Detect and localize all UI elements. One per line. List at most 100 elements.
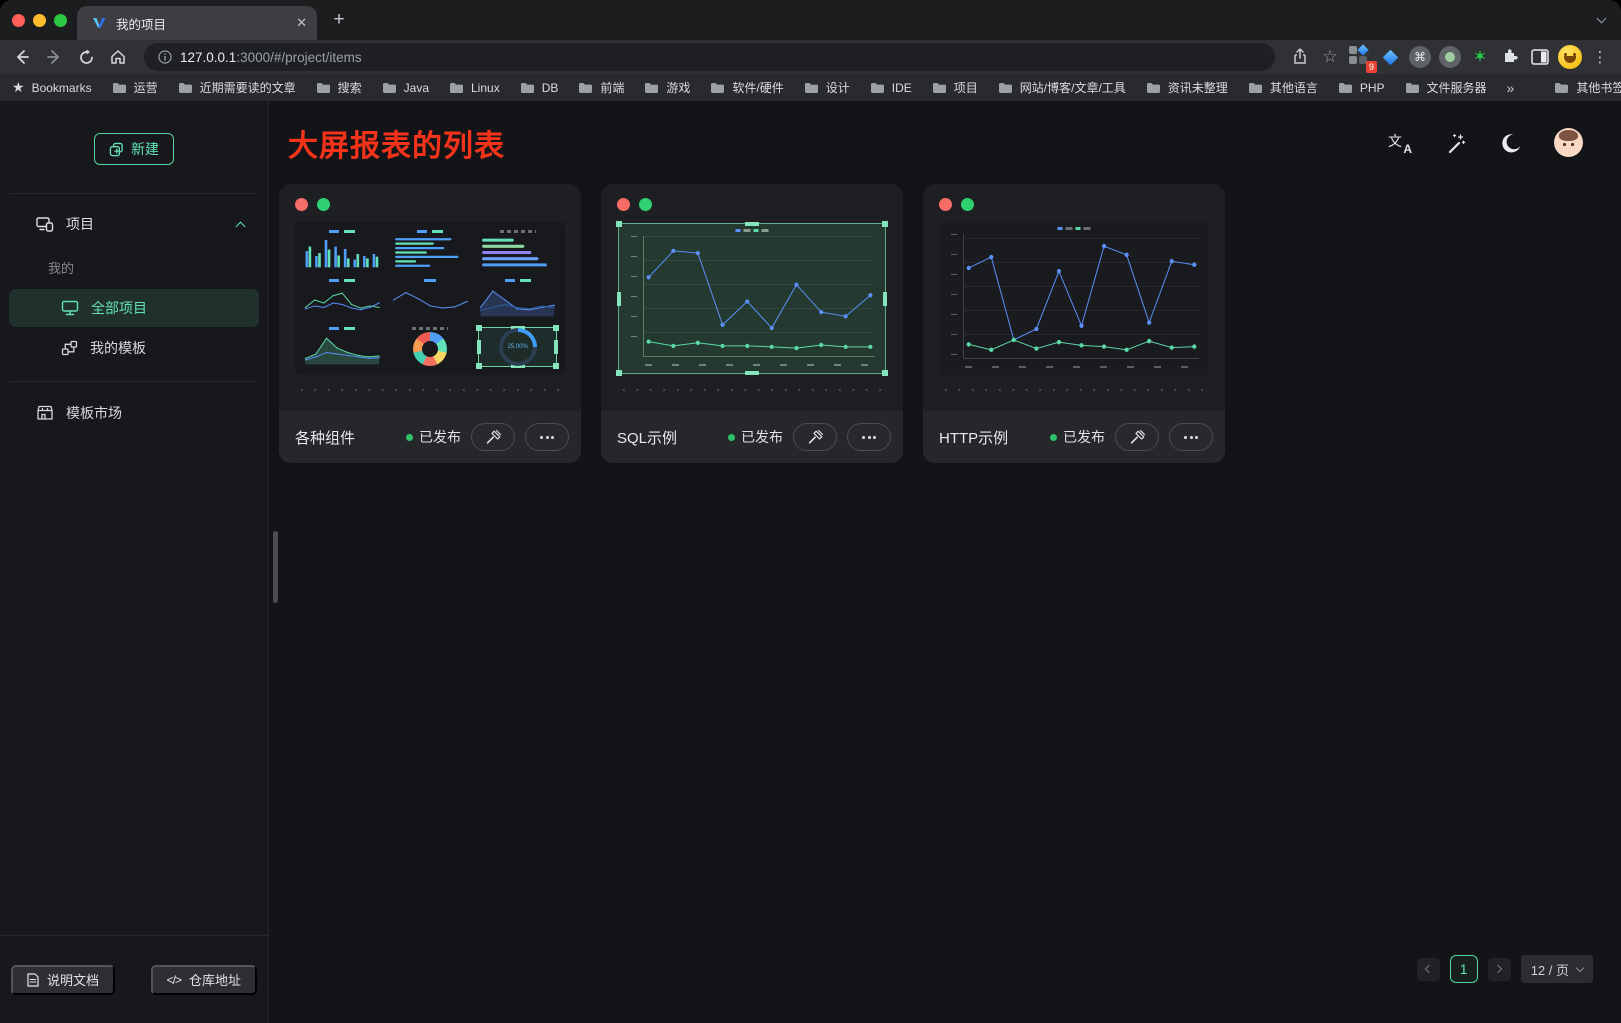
docs-label: 说明文档 bbox=[47, 970, 99, 989]
bookmark-folder-item[interactable]: 项目 bbox=[932, 79, 978, 96]
scrollbar-thumb[interactable] bbox=[273, 531, 278, 603]
bookmarks-overflow-chevron[interactable]: » bbox=[1507, 80, 1515, 96]
extensions-puzzle-icon[interactable] bbox=[1497, 44, 1523, 70]
mini-hline-chart bbox=[476, 228, 559, 272]
tab-strip: 我的项目 ✕ + bbox=[0, 0, 1621, 40]
bookmark-folder-item[interactable]: 设计 bbox=[804, 79, 850, 96]
collapse-chevron-icon[interactable] bbox=[236, 221, 246, 231]
sidebar-item-my-templates[interactable]: 我的模板 bbox=[9, 329, 259, 367]
browser-menu-icon[interactable]: ⋮ bbox=[1587, 44, 1613, 70]
bookmark-folder-label: PHP bbox=[1360, 81, 1385, 95]
card-preview-sql[interactable] bbox=[617, 222, 887, 375]
bookmark-folder-item[interactable]: 软件/硬件 bbox=[710, 79, 783, 96]
page-number-button[interactable]: 1 bbox=[1450, 955, 1478, 983]
command-extension-icon[interactable]: ⌘ bbox=[1407, 44, 1433, 70]
magic-wand-icon[interactable] bbox=[1442, 130, 1468, 156]
hammer-icon bbox=[807, 429, 824, 446]
bookmarks-manager-item[interactable]: ★ Bookmarks bbox=[12, 79, 92, 96]
edit-button[interactable] bbox=[471, 423, 515, 451]
new-project-button[interactable]: 新建 bbox=[94, 133, 174, 165]
bookmark-folder-item[interactable]: 搜索 bbox=[316, 79, 362, 96]
hammer-icon bbox=[1129, 429, 1146, 446]
forward-button[interactable] bbox=[40, 43, 68, 71]
user-avatar[interactable] bbox=[1554, 128, 1583, 157]
bookmark-folder-label: Java bbox=[404, 81, 429, 95]
bookmark-folder-label: DB bbox=[542, 81, 559, 95]
bookmark-folder-item[interactable]: 资讯未整理 bbox=[1146, 79, 1228, 96]
bookmark-folder-item[interactable]: 前端 bbox=[578, 79, 624, 96]
address-bar[interactable]: 127.0.0.1:3000/#/project/items bbox=[144, 43, 1275, 71]
bookmark-folder-item[interactable]: 游戏 bbox=[644, 79, 690, 96]
tab-title: 我的项目 bbox=[116, 14, 287, 33]
red-dot bbox=[617, 198, 630, 211]
edit-button[interactable] bbox=[1115, 423, 1159, 451]
folder-icon bbox=[316, 82, 331, 94]
bookmark-folder-item[interactable]: 运营 bbox=[112, 79, 158, 96]
folder-icon bbox=[178, 82, 193, 94]
gem-extension-icon[interactable] bbox=[1377, 44, 1403, 70]
window-close-button[interactable] bbox=[12, 14, 25, 27]
profile-avatar-icon[interactable] bbox=[1557, 44, 1583, 70]
home-button[interactable] bbox=[104, 43, 132, 71]
sidebar-group-projects[interactable]: 项目 bbox=[0, 194, 268, 244]
more-button[interactable] bbox=[1169, 423, 1213, 451]
folder-icon bbox=[112, 82, 127, 94]
side-panel-icon[interactable] bbox=[1527, 44, 1553, 70]
sql-line-chart bbox=[643, 236, 875, 357]
other-bookmarks-item[interactable]: 其他书签 bbox=[1554, 79, 1621, 96]
folder-icon bbox=[1405, 82, 1420, 94]
project-card[interactable]: 25.00% 各种组件 已发布 bbox=[279, 184, 581, 463]
folder-icon bbox=[449, 82, 464, 94]
gauge-ring: 25.00% bbox=[499, 328, 537, 366]
docs-button[interactable]: 说明文档 bbox=[11, 965, 115, 995]
storefront-icon bbox=[36, 405, 54, 421]
dotted-ruler bbox=[617, 388, 887, 392]
status-label: 已发布 bbox=[419, 427, 461, 447]
page-size-label: 12 / 页 bbox=[1531, 960, 1569, 979]
bookmark-folder-item[interactable]: Java bbox=[382, 79, 429, 96]
tab-close-icon[interactable]: ✕ bbox=[296, 15, 307, 31]
folder-icon bbox=[870, 82, 885, 94]
browser-tab[interactable]: 我的项目 ✕ bbox=[77, 6, 317, 40]
sidebar-item-label: 模板市场 bbox=[66, 403, 122, 423]
page-size-select[interactable]: 12 / 页 bbox=[1521, 955, 1593, 983]
window-minimize-button[interactable] bbox=[33, 14, 46, 27]
tab-search-chevron-icon[interactable] bbox=[1597, 14, 1607, 24]
bookmark-folder-item[interactable]: Linux bbox=[449, 79, 500, 96]
more-button[interactable] bbox=[847, 423, 891, 451]
browser-toolbar: 127.0.0.1:3000/#/project/items ☆ 9 ⌘ ✶ ⋮ bbox=[0, 40, 1621, 74]
card-preview-components[interactable]: 25.00% bbox=[295, 222, 565, 375]
next-page-button[interactable] bbox=[1488, 958, 1511, 981]
green-star-extension-icon[interactable]: ✶ bbox=[1467, 44, 1493, 70]
bookmark-folder-item[interactable]: 文件服务器 bbox=[1405, 79, 1487, 96]
project-card[interactable]: SQL示例 已发布 bbox=[601, 184, 903, 463]
bookmark-star-button[interactable]: ☆ bbox=[1317, 44, 1343, 70]
bookmark-folder-item[interactable]: PHP bbox=[1338, 79, 1385, 96]
window-zoom-button[interactable] bbox=[54, 14, 67, 27]
bookmark-folder-item[interactable]: 网站/博客/文章/工具 bbox=[998, 79, 1126, 96]
sidebar-item-template-market[interactable]: 模板市场 bbox=[9, 394, 259, 432]
reload-button[interactable] bbox=[72, 43, 100, 71]
more-button[interactable] bbox=[525, 423, 569, 451]
bookmark-folder-item[interactable]: 其他语言 bbox=[1248, 79, 1318, 96]
folder-icon bbox=[382, 82, 397, 94]
repository-button[interactable]: </> 仓库地址 bbox=[151, 965, 257, 995]
back-button[interactable] bbox=[8, 43, 36, 71]
new-tab-button[interactable]: + bbox=[325, 6, 353, 34]
bookmark-folder-item[interactable]: IDE bbox=[870, 79, 912, 96]
site-info-icon[interactable] bbox=[158, 50, 172, 64]
share-button[interactable] bbox=[1287, 44, 1313, 70]
mini-gauge-selected: 25.00% bbox=[476, 325, 559, 369]
sidebar-item-all-projects[interactable]: 全部项目 bbox=[9, 289, 259, 327]
recorder-extension-icon[interactable] bbox=[1437, 44, 1463, 70]
url-host: 127.0.0.1 bbox=[180, 50, 236, 65]
language-icon[interactable]: 文A bbox=[1388, 131, 1412, 155]
prev-page-button[interactable] bbox=[1417, 958, 1440, 981]
card-preview-http[interactable] bbox=[939, 222, 1209, 375]
bookmark-folder-item[interactable]: DB bbox=[520, 79, 559, 96]
edit-button[interactable] bbox=[793, 423, 837, 451]
extension-grid-icon[interactable]: 9 bbox=[1347, 44, 1373, 70]
project-card[interactable]: HTTP示例 已发布 bbox=[923, 184, 1225, 463]
dark-mode-moon-icon[interactable] bbox=[1498, 130, 1524, 156]
bookmark-folder-item[interactable]: 近期需要读的文章 bbox=[178, 79, 296, 96]
